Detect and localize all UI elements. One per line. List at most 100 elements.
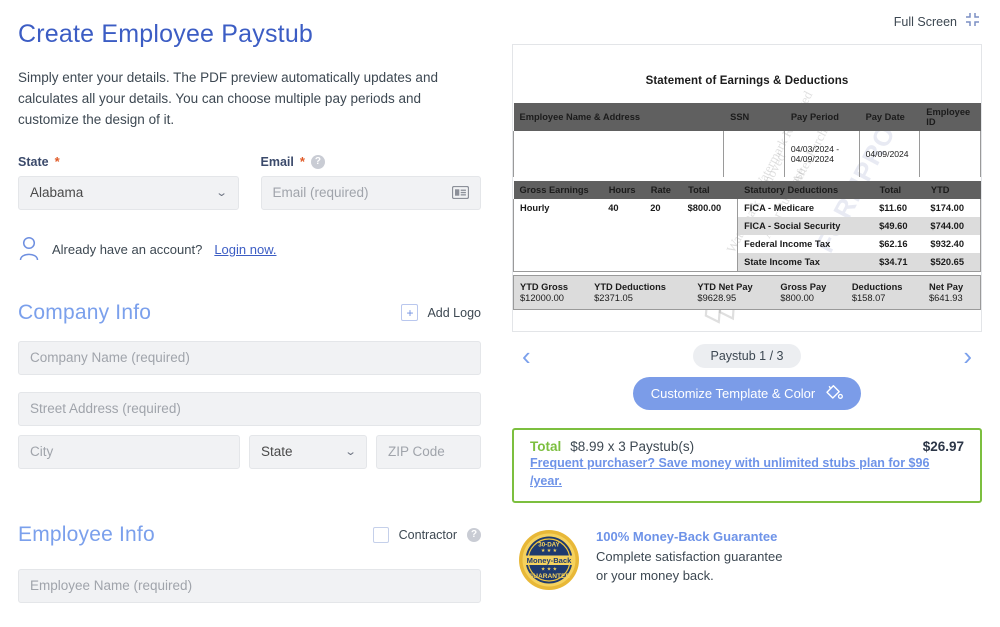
col-employee-name-address: Employee Name & Address [513, 103, 725, 131]
state-select[interactable]: Alabama ⌄ [18, 175, 239, 210]
svg-text:★ ★ ★: ★ ★ ★ [541, 567, 558, 573]
summary-label-ytd-net-pay: YTD Net Pay [691, 275, 775, 293]
collapse-icon [965, 12, 980, 32]
paystub-preview-card[interactable]: Watermark Removed After Purchase Waterma… [512, 44, 982, 332]
employee-info-header: Employee Info Contractor ? [18, 523, 481, 547]
svg-text:★ ★ ★: ★ ★ ★ [541, 548, 558, 554]
guarantee-line-1: Complete satisfaction guarantee [596, 549, 783, 564]
help-circle-icon[interactable]: ? [310, 154, 325, 169]
chevron-left-icon[interactable]: ‹ [522, 343, 531, 369]
email-field-group: Email * ? Email (required) [260, 154, 482, 210]
guarantee-line-2: or your money back. [596, 567, 714, 583]
deduction-name: State Income Tax [737, 253, 874, 272]
unlimited-plan-link[interactable]: Frequent purchaser? Save money with unli… [530, 456, 929, 488]
employee-name-input[interactable]: Employee Name (required) [18, 568, 481, 603]
customize-template-color-button[interactable]: Customize Template & Color [632, 377, 862, 410]
paystub-page-indicator: Paystub 1 / 3 [692, 344, 802, 368]
employee-name-placeholder: Employee Name (required) [30, 578, 193, 594]
email-placeholder: Email (required) [272, 185, 369, 201]
company-state-select[interactable]: State ⌄ [249, 434, 367, 469]
company-info-header: Company Info + Add Logo [18, 301, 481, 325]
total-line: Total $8.99 x 3 Paystub(s) $26.97 [530, 439, 964, 454]
employee-value-row: 04/03/2024 - 04/09/2024 04/09/2024 [513, 131, 981, 177]
deduction-name: FICA - Medicare [744, 203, 815, 213]
deduction-ytd: $520.65 [924, 253, 981, 272]
login-prompt: Already have an account? Login now. [18, 236, 481, 263]
col-deduction-ytd: YTD [924, 181, 981, 199]
deduction-total: $34.71 [873, 253, 925, 272]
val-employee-name-address [513, 131, 725, 177]
paint-bucket-icon [824, 383, 844, 405]
summary-label-ytd-deductions: YTD Deductions [588, 275, 692, 293]
summary-value-ytd-net-pay: $9628.95 [691, 293, 775, 310]
summary-value-row: $12000.00 $2371.05 $9628.95 $800.00 $158… [513, 293, 981, 310]
total-description: $8.99 x 3 Paystub(s) [570, 439, 695, 454]
fullscreen-toggle[interactable]: Full Screen [512, 0, 982, 44]
contractor-checkbox[interactable] [372, 526, 389, 543]
zip-input[interactable]: ZIP Code [376, 434, 481, 469]
summary-value-net-pay: $641.93 [923, 293, 981, 310]
svg-text:GUARANTEE: GUARANTEE [528, 573, 570, 580]
summary-value-ytd-gross: $12000.00 [513, 293, 589, 310]
deduction-ytd: $174.00 [924, 199, 981, 217]
val-ssn [723, 131, 785, 177]
state-select-value: Alabama [30, 185, 84, 201]
total-amount: $26.97 [922, 439, 964, 454]
company-fields: Company Name (required) Street Address (… [18, 340, 481, 478]
city-input[interactable]: City [18, 434, 240, 469]
money-back-badge-icon: 30-DAY ★ ★ ★ Money-Back ★ ★ ★ GUARANTEE [518, 529, 580, 596]
company-name-input[interactable]: Company Name (required) [18, 340, 481, 375]
state-field-group: State * Alabama ⌄ [18, 155, 239, 210]
summary-table: YTD Gross YTD Deductions YTD Net Pay Gro… [513, 275, 981, 310]
login-text: Already have an account? [52, 241, 203, 257]
deduction-total: $62.16 [879, 239, 908, 249]
deduction-total: $11.60 [879, 203, 907, 213]
summary-label-row: YTD Gross YTD Deductions YTD Net Pay Gro… [513, 275, 981, 293]
required-asterisk: * [299, 154, 305, 170]
val-pay-period: 04/03/2024 - 04/09/2024 [784, 131, 860, 177]
user-icon [18, 236, 40, 263]
city-state-zip-row: City State ⌄ ZIP Code [18, 434, 481, 478]
deduction-name: FICA - Social Security [737, 217, 874, 235]
contractor-label: Contractor [398, 527, 457, 542]
email-label-wrap: Email * ? [261, 154, 482, 170]
help-circle-icon[interactable]: ? [467, 527, 481, 542]
employee-header-row: Employee Name & Address SSN Pay Period P… [513, 103, 981, 131]
preview-panel: Full Screen Watermark Removed After Purc… [505, 0, 1000, 627]
intro-text: Simply enter your details. The PDF previ… [18, 70, 438, 127]
employee-header-table: Employee Name & Address SSN Pay Period P… [513, 103, 981, 177]
summary-value-gross-pay: $800.00 [774, 293, 846, 310]
stub-heading: Statement of Earnings & Deductions [645, 75, 849, 87]
svg-text:Money-Back: Money-Back [527, 556, 573, 565]
contact-card-icon[interactable] [452, 186, 469, 200]
paystub-document: Statement of Earnings & Deductions Emplo… [513, 45, 981, 310]
val-pay-date: 04/09/2024 [859, 131, 921, 177]
summary-label-deductions: Deductions [845, 275, 924, 293]
contractor-toggle[interactable]: Contractor ? [372, 526, 481, 543]
earning-rate: 20 [650, 203, 661, 213]
employee-info-title: Employee Info [18, 522, 155, 546]
fullscreen-label: Full Screen [893, 15, 957, 29]
val-employee-id [919, 131, 981, 177]
city-placeholder: City [30, 444, 54, 460]
zip-placeholder: ZIP Code [388, 444, 445, 460]
street-address-input[interactable]: Street Address (required) [18, 391, 481, 426]
col-total-earnings: Total [681, 181, 739, 199]
page-title: Create Employee Paystub [18, 20, 314, 48]
state-label: State [18, 154, 49, 169]
chevron-right-icon[interactable]: › [963, 343, 972, 369]
street-address-placeholder: Street Address (required) [30, 401, 181, 417]
paystub-pager: ‹ Paystub 1 / 3 › [512, 343, 982, 369]
form-panel: Create Employee Paystub Simply enter you… [0, 0, 505, 627]
deduction-ytd: $744.00 [924, 217, 981, 235]
summary-value-ytd-deductions: $2371.05 [588, 293, 692, 310]
customize-button-label: Customize Template & Color [650, 386, 816, 401]
email-input[interactable]: Email (required) [260, 175, 481, 210]
order-total-box: Total $8.99 x 3 Paystub(s) $26.97 Freque… [512, 428, 982, 503]
guarantee-heading: 100% Money-Back Guarantee [596, 529, 778, 544]
login-link[interactable]: Login now. [214, 242, 276, 257]
company-state-value: State [261, 444, 293, 460]
col-rate: Rate [644, 181, 683, 199]
add-logo-button[interactable]: + Add Logo [401, 304, 481, 322]
col-hours: Hours [602, 181, 645, 199]
